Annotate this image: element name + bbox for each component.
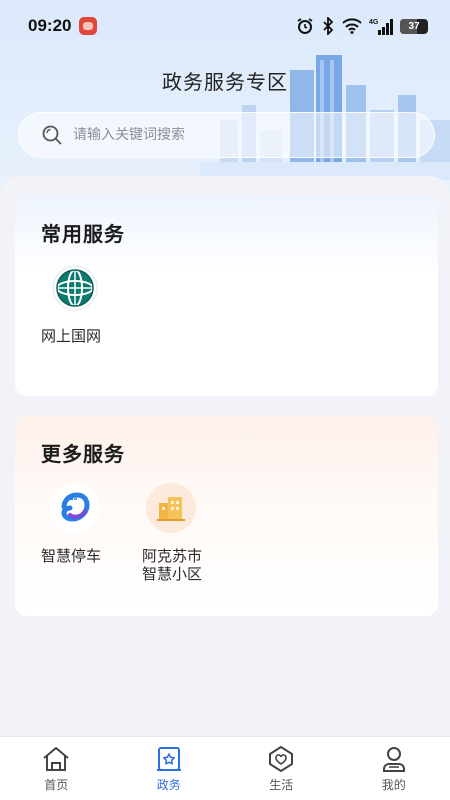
nav-label-profile: 我的 [381,778,406,792]
life-icon [269,746,294,772]
section-title-common: 常用服务 [41,222,125,246]
app-notification-icon [79,17,98,35]
building-icon [146,483,196,533]
more-services-list: 智慧停车 阿克苏市 智慧小区 [41,483,412,583]
alarm-icon [297,18,313,34]
battery-icon: 37 [400,18,428,34]
common-services-list: 网上国网 [41,263,412,345]
service-label-line2: 智慧小区 [141,565,202,583]
service-label: 智慧停车 [41,547,102,565]
more-services-card: 更多服务 智慧停车 阿克苏市 智慧小区 [15,416,438,616]
battery-level: 37 [408,20,420,32]
nav-label-life: 生活 [269,778,294,792]
service-label-line1: 阿克苏市 [141,547,202,565]
status-icons: 4G 37 [296,17,428,35]
search-input[interactable] [73,127,393,143]
gov-services-icon [156,747,181,771]
nav-item-profile[interactable]: 我的 [338,737,450,800]
service-item-smart-community[interactable]: 阿克苏市 智慧小区 [137,483,219,583]
home-icon [43,747,69,771]
search-icon [42,125,62,145]
search-bar[interactable] [18,112,435,158]
page-title: 政务服务专区 [162,70,288,94]
bottom-nav: 首页 政务 生活 我的 [0,736,450,800]
service-item-state-grid[interactable]: 网上国网 [41,263,123,345]
signal-icon: 4G [369,19,393,35]
state-grid-logo-icon [50,263,100,313]
service-label: 网上国网 [41,327,102,345]
service-label: 阿克苏市 智慧小区 [137,547,207,583]
nav-item-home[interactable]: 首页 [0,737,113,800]
wifi-icon [342,18,362,34]
nav-item-life[interactable]: 生活 [225,737,338,800]
nav-item-gov[interactable]: 政务 [113,737,226,800]
network-type: 4G [369,19,379,26]
status-time: 09:20 [28,16,72,35]
nav-label-home: 首页 [44,778,69,792]
smart-parking-icon [50,483,100,533]
profile-icon [382,747,405,772]
service-item-smart-parking[interactable]: 智慧停车 [41,483,123,583]
nav-label-gov: 政务 [156,778,181,792]
section-title-more: 更多服务 [41,442,125,466]
bluetooth-icon [323,17,334,35]
common-services-card: 常用服务 网上国网 [15,196,438,396]
status-bar: 09:20 4G 37 [0,0,450,52]
